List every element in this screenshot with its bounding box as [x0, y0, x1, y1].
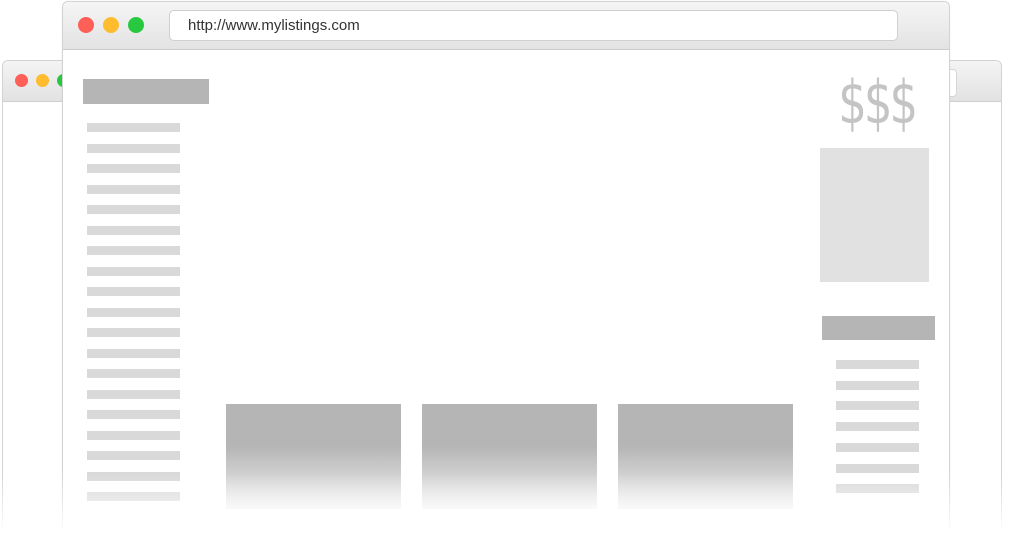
right-panel-list-item-placeholder[interactable] — [836, 401, 919, 411]
window-titlebar: http://www.mylistings.com — [63, 2, 949, 50]
sidebar-list-item-placeholder[interactable] — [87, 266, 180, 276]
sidebar-list-item-placeholder[interactable] — [87, 410, 180, 419]
minimize-icon[interactable] — [36, 74, 49, 87]
close-icon[interactable] — [78, 17, 94, 33]
minimize-icon[interactable] — [103, 17, 119, 33]
price-symbol: $$$ — [838, 68, 918, 138]
right-panel-heading-placeholder — [822, 316, 935, 340]
right-panel-list-item-placeholder[interactable] — [836, 360, 919, 369]
sidebar-list-item-placeholder[interactable] — [87, 123, 180, 132]
maximize-icon[interactable] — [128, 17, 144, 33]
sidebar-list-item-placeholder[interactable] — [87, 451, 180, 460]
browser-mockup-scene: http://www.mylistings.com $$$ — [0, 0, 1034, 543]
sidebar-list-item-placeholder[interactable] — [87, 184, 180, 194]
sidebar-list-item-placeholder[interactable] — [87, 143, 180, 153]
sidebar-list-item-placeholder[interactable] — [87, 328, 180, 337]
sidebar-list-item-placeholder[interactable] — [87, 492, 180, 501]
sidebar-list-item-placeholder[interactable] — [87, 307, 180, 317]
right-panel-list-item-placeholder[interactable] — [836, 442, 919, 452]
right-panel-list-item-placeholder[interactable] — [836, 422, 919, 432]
sidebar-list-item-placeholder[interactable] — [87, 225, 180, 235]
sidebar-list-item-placeholder[interactable] — [87, 246, 180, 255]
sidebar-list-item-placeholder[interactable] — [87, 471, 180, 481]
listing-card-placeholder[interactable] — [618, 404, 793, 509]
sidebar-list-item-placeholder[interactable] — [87, 369, 180, 378]
sidebar-list-item-placeholder[interactable] — [87, 430, 180, 440]
page-content: $$$ — [63, 50, 949, 542]
foreground-browser-window: http://www.mylistings.com $$$ — [62, 1, 950, 541]
listing-card-placeholder[interactable] — [422, 404, 597, 509]
sidebar-list-item-placeholder[interactable] — [87, 205, 180, 214]
address-bar[interactable]: http://www.mylistings.com — [169, 10, 898, 41]
sidebar-list-item-placeholder[interactable] — [87, 348, 180, 358]
close-icon[interactable] — [15, 74, 28, 87]
right-panel-list-item-placeholder[interactable] — [836, 484, 919, 494]
right-panel-list-item-placeholder[interactable] — [836, 463, 919, 473]
sidebar-list-item-placeholder[interactable] — [87, 389, 180, 399]
right-panel-list-item-placeholder[interactable] — [836, 380, 919, 390]
sidebar-heading-placeholder — [83, 79, 209, 104]
sidebar-list-item-placeholder[interactable] — [87, 287, 180, 296]
listing-card-placeholder[interactable] — [226, 404, 401, 509]
sidebar-list-item-placeholder[interactable] — [87, 164, 180, 173]
ad-placeholder — [820, 148, 929, 282]
